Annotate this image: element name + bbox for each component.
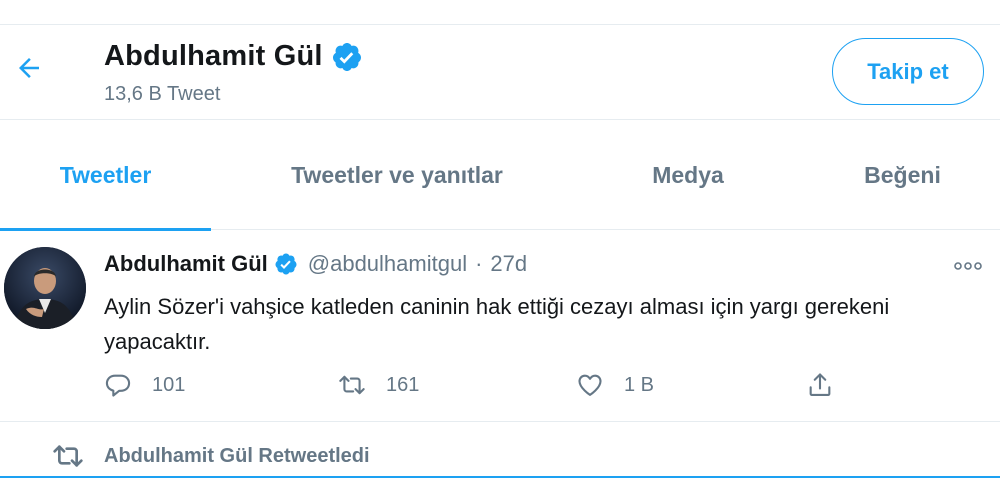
back-button[interactable] bbox=[8, 47, 50, 89]
retweeted-indicator: Abdulhamit Gül Retweetledi bbox=[52, 440, 370, 472]
like-count: 1 B bbox=[624, 373, 655, 396]
back-arrow-icon bbox=[19, 58, 39, 78]
retweet-button[interactable]: 161 bbox=[338, 365, 419, 405]
tweet-time[interactable]: 27d bbox=[490, 251, 527, 277]
tweet-count: 13,6 B Tweet bbox=[104, 83, 221, 105]
tweet-author[interactable]: Abdulhamit Gül bbox=[104, 251, 268, 277]
tweet-header: Abdulhamit Gül @abdulhamitgul · 27d bbox=[104, 251, 527, 277]
reply-button[interactable]: 101 bbox=[104, 365, 185, 405]
tab-tweets-and-replies[interactable]: Tweetler ve yanıtlar bbox=[240, 121, 554, 230]
profile-header: Abdulhamit Gül 13,6 B Tweet Takip et bbox=[0, 25, 1000, 120]
tweet-card[interactable]: Abdulhamit Gül @abdulhamitgul · 27d Ayli… bbox=[0, 231, 1000, 422]
verified-badge-icon bbox=[274, 252, 298, 276]
tab-tweets[interactable]: Tweetler bbox=[0, 121, 211, 231]
tab-likes[interactable]: Beğeni bbox=[830, 121, 975, 230]
separator-dot: · bbox=[475, 251, 483, 276]
profile-name: Abdulhamit Gül bbox=[104, 40, 323, 72]
retweeted-label[interactable]: Abdulhamit Gül Retweetledi bbox=[104, 445, 370, 468]
like-button[interactable]: 1 B bbox=[576, 365, 654, 405]
retweet-icon bbox=[53, 445, 83, 467]
verified-badge-icon bbox=[331, 41, 363, 73]
share-button[interactable] bbox=[806, 365, 834, 405]
more-button[interactable] bbox=[946, 251, 990, 281]
tweet-handle[interactable]: @abdulhamitgul bbox=[308, 251, 467, 277]
reply-count: 101 bbox=[152, 373, 186, 396]
more-icon bbox=[954, 262, 982, 270]
follow-button[interactable]: Takip et bbox=[832, 38, 984, 105]
profile-tabs: Tweetler Tweetler ve yanıtlar Medya Beğe… bbox=[0, 121, 1000, 231]
reply-icon bbox=[105, 374, 131, 397]
heart-icon bbox=[578, 374, 602, 396]
tweet-text: Aylin Sözer'i vahşice katleden caninin h… bbox=[104, 294, 890, 354]
share-icon bbox=[809, 373, 831, 396]
retweet-icon bbox=[339, 375, 365, 395]
tweet-actions: 101 161 1 B bbox=[0, 365, 1000, 405]
tab-media[interactable]: Medya bbox=[600, 121, 776, 230]
profile-title: Abdulhamit Gül bbox=[104, 40, 363, 73]
retweet-count: 161 bbox=[386, 373, 420, 396]
avatar[interactable] bbox=[4, 247, 86, 329]
